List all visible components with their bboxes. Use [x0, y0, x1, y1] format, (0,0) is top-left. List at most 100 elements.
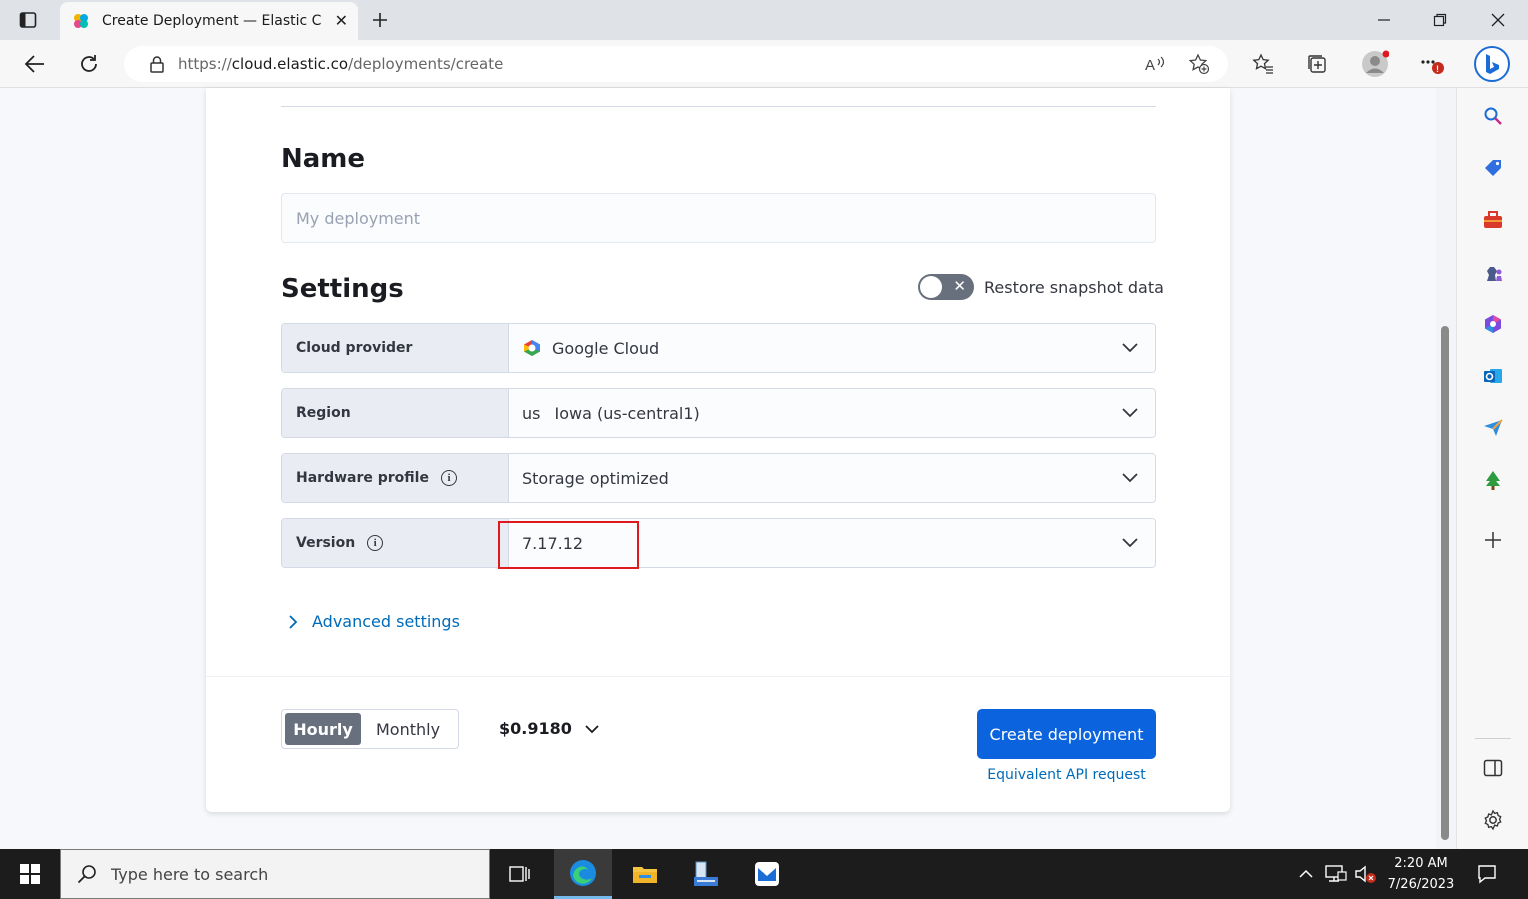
region-row: Region us Iowa (us-central1) — [281, 388, 1156, 438]
cloud-provider-select[interactable]: Google Cloud — [509, 324, 1155, 372]
clock-time: 2:20 AM — [1394, 856, 1448, 871]
taskbar-search-input[interactable]: Type here to search — [60, 849, 490, 899]
tools-toolbox-icon[interactable] — [1481, 208, 1505, 232]
restore-snapshot-toggle[interactable]: ✕ — [918, 274, 974, 300]
hardware-profile-select[interactable]: Storage optimized — [509, 454, 1155, 502]
billing-period-toggle: Hourly Monthly — [281, 709, 459, 749]
create-deployment-card: Name My deployment Settings ✕ Restore sn… — [206, 88, 1230, 812]
task-view-icon[interactable] — [490, 849, 548, 899]
notifications-icon[interactable] — [1470, 849, 1504, 899]
sidebar-toggle-icon[interactable] — [1481, 756, 1505, 780]
toggle-off-icon: ✕ — [953, 278, 966, 295]
collections-icon[interactable] — [1300, 48, 1334, 80]
browser-toolbar: https://cloud.elastic.co/deployments/cre… — [0, 40, 1528, 88]
card-footer: Hourly Monthly $0.9180 Create deployment… — [206, 676, 1230, 812]
elastic-favicon-icon — [74, 14, 88, 28]
sidebar-divider — [1475, 738, 1511, 739]
region-value: Iowa (us-central1) — [554, 403, 700, 423]
add-sidebar-app-icon[interactable] — [1481, 528, 1505, 552]
windows-start-icon[interactable] — [0, 849, 60, 899]
lock-icon[interactable] — [148, 55, 166, 73]
version-row: Version i 7.17.12 — [281, 518, 1156, 568]
edge-sidebar — [1456, 88, 1528, 849]
windows-taskbar: Type here to search 2:20 AM 7/26/2023 — [0, 849, 1528, 899]
version-label-text: Version — [296, 535, 356, 551]
search-icon — [77, 865, 96, 884]
hardware-profile-label: Hardware profile i — [282, 454, 509, 502]
drop-send-icon[interactable] — [1481, 416, 1505, 440]
equivalent-api-request-link[interactable]: Equivalent API request — [977, 767, 1156, 783]
svg-text:!: ! — [1436, 64, 1439, 74]
file-explorer-icon[interactable] — [616, 849, 674, 899]
favorites-icon[interactable] — [1246, 48, 1280, 80]
chevron-down-icon[interactable] — [1121, 468, 1139, 486]
divider — [281, 106, 1156, 107]
mail-app-icon[interactable] — [738, 849, 796, 899]
volume-muted-icon[interactable] — [1352, 849, 1380, 899]
taskbar-clock[interactable]: 2:20 AM 7/26/2023 — [1378, 853, 1464, 895]
games-chess-icon[interactable] — [1481, 260, 1505, 284]
price-value: $0.9180 — [499, 719, 572, 738]
region-code: us — [522, 403, 541, 423]
version-label: Version i — [282, 519, 509, 567]
search-icon[interactable] — [1481, 104, 1505, 128]
hardware-profile-label-text: Hardware profile — [296, 470, 429, 486]
chevron-down-icon[interactable] — [1121, 533, 1139, 551]
settings-heading: Settings — [281, 274, 404, 304]
microsoft365-icon[interactable] — [1481, 312, 1505, 336]
hardware-profile-value: Storage optimized — [522, 468, 669, 488]
cloud-provider-label: Cloud provider — [282, 324, 509, 372]
version-highlight-box — [498, 521, 639, 569]
create-deployment-button[interactable]: Create deployment — [977, 709, 1156, 759]
hourly-option[interactable]: Hourly — [285, 713, 361, 745]
tab-actions-icon[interactable] — [10, 6, 46, 34]
url-path: /deployments/create — [348, 55, 504, 73]
advanced-settings-link[interactable]: Advanced settings — [288, 612, 460, 631]
chevron-down-icon[interactable] — [1121, 338, 1139, 356]
hardware-profile-row: Hardware profile i Storage optimized — [281, 453, 1156, 503]
minimize-icon[interactable] — [1364, 6, 1404, 34]
shopping-tag-icon[interactable] — [1481, 156, 1505, 180]
new-tab-icon[interactable] — [366, 6, 394, 34]
advanced-settings-label: Advanced settings — [312, 612, 460, 631]
bing-copilot-icon[interactable] — [1472, 44, 1512, 84]
info-icon[interactable]: i — [367, 535, 384, 551]
tree-icon[interactable] — [1481, 468, 1505, 492]
read-aloud-icon[interactable]: A — [1140, 46, 1170, 82]
more-menu-icon[interactable]: ! — [1414, 48, 1448, 80]
region-label: Region — [282, 389, 509, 437]
page-scrollbar-thumb[interactable] — [1441, 326, 1449, 840]
profile-avatar-icon[interactable] — [1358, 48, 1392, 80]
back-arrow-icon[interactable] — [18, 48, 52, 80]
cloud-provider-row: Cloud provider Google Cloud — [281, 323, 1156, 373]
url-text[interactable]: https://cloud.elastic.co/deployments/cre… — [178, 55, 503, 73]
address-bar[interactable]: https://cloud.elastic.co/deployments/cre… — [124, 46, 1228, 82]
outlook-icon[interactable] — [1481, 364, 1505, 388]
region-select[interactable]: us Iowa (us-central1) — [509, 389, 1155, 437]
network-icon[interactable] — [1322, 849, 1350, 899]
chevron-down-icon[interactable] — [1121, 403, 1139, 421]
info-icon[interactable]: i — [440, 470, 457, 486]
url-scheme: https:// — [178, 55, 232, 73]
name-heading: Name — [281, 144, 366, 174]
edge-taskbar-icon[interactable] — [554, 849, 612, 899]
clock-date: 7/26/2023 — [1387, 877, 1455, 892]
toggle-knob — [920, 276, 942, 298]
close-tab-icon[interactable]: ✕ — [335, 11, 348, 31]
add-favorite-icon[interactable] — [1184, 46, 1214, 82]
tab-title: Create Deployment — Elastic Clo — [102, 13, 322, 29]
restore-window-icon[interactable] — [1420, 6, 1460, 34]
refresh-icon[interactable] — [72, 48, 106, 80]
cloud-provider-value: Google Cloud — [552, 338, 660, 358]
browser-tab-active[interactable]: Create Deployment — Elastic Clo ✕ — [60, 2, 358, 40]
price-dropdown[interactable]: $0.9180 — [499, 719, 600, 738]
show-hidden-icons-chevron-icon[interactable] — [1294, 849, 1318, 899]
monthly-option[interactable]: Monthly — [361, 713, 455, 745]
url-host: cloud.elastic.co — [231, 55, 349, 73]
deployment-name-input[interactable]: My deployment — [281, 193, 1156, 243]
server-manager-icon[interactable] — [676, 849, 734, 899]
restore-snapshot-toggle-group[interactable]: ✕ Restore snapshot data — [918, 274, 1164, 300]
close-window-icon[interactable] — [1478, 6, 1518, 34]
taskbar-search-placeholder: Type here to search — [111, 864, 269, 884]
settings-gear-icon[interactable] — [1481, 808, 1505, 832]
